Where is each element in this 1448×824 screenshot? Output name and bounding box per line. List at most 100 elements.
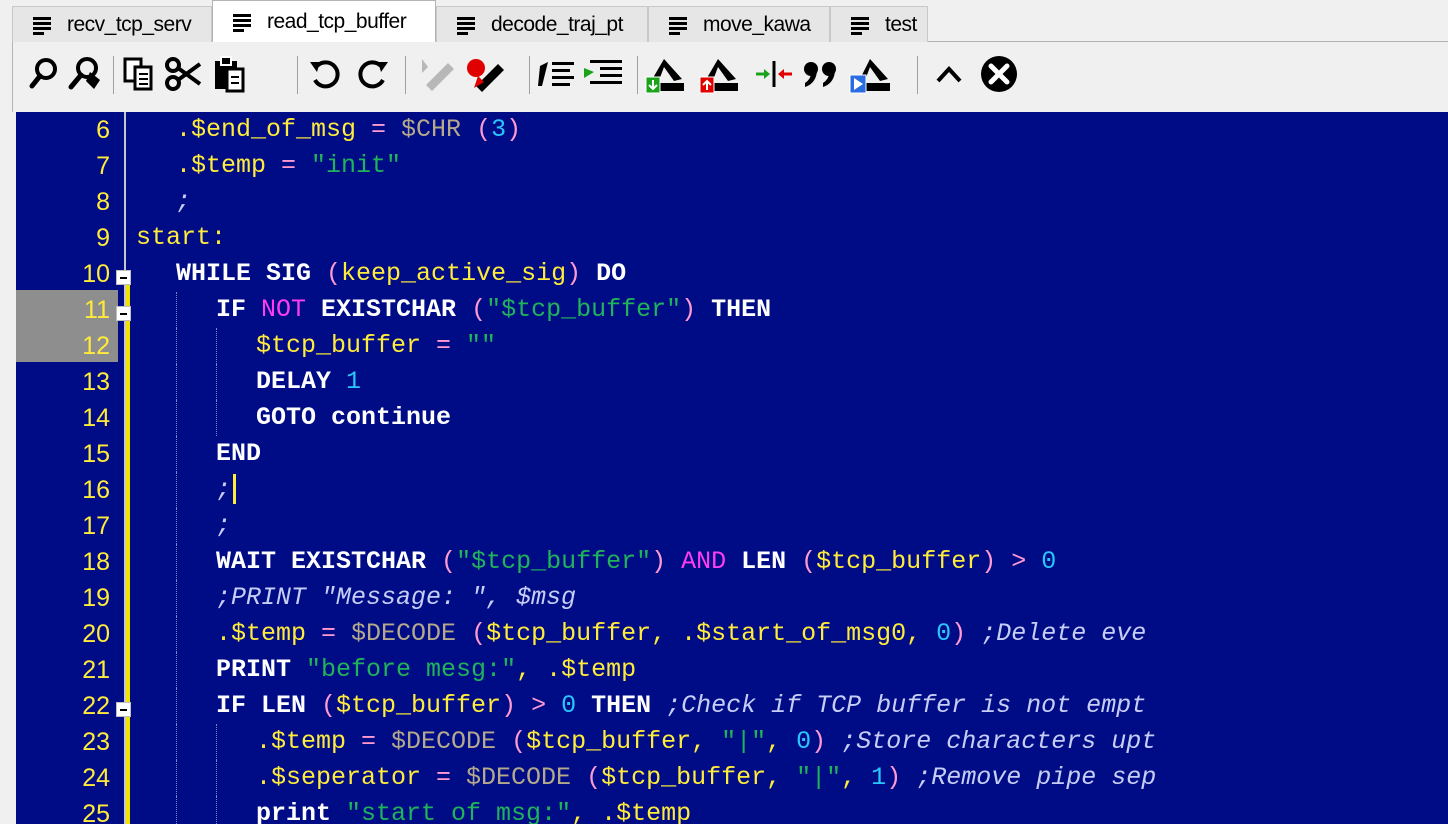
- code-token: $DECODE: [351, 619, 457, 648]
- indent-guide: [176, 364, 177, 400]
- code-token: ;Remove pipe sep: [916, 763, 1157, 792]
- code-token: ): [811, 727, 842, 756]
- toolbar-separator: [405, 56, 406, 94]
- code-token: 0: [1041, 547, 1057, 576]
- code-token: AND: [681, 547, 727, 576]
- code-token: (: [426, 547, 457, 576]
- code-token: DELAY: [256, 367, 332, 396]
- code-line[interactable]: 16;: [16, 472, 1448, 508]
- split-icon: [756, 61, 792, 87]
- code-token: "start of msg:": [346, 799, 572, 824]
- indent-guide: [176, 400, 177, 436]
- indent-guide: [216, 760, 217, 796]
- code-token: WHILE SIG: [176, 259, 312, 288]
- find-replace-button[interactable]: [65, 50, 105, 98]
- code-token: $CHR: [401, 115, 462, 144]
- robot-play-icon: [849, 59, 890, 94]
- code-token: ): [681, 295, 712, 324]
- code-token: WAIT EXISTCHAR: [216, 547, 427, 576]
- code-line[interactable]: 8;: [16, 184, 1448, 220]
- line-number: 13: [82, 368, 110, 396]
- tab-decode-traj-pt[interactable]: decode_traj_pt: [436, 6, 648, 42]
- indent-guide: [176, 472, 177, 508]
- line-number: 21: [82, 656, 110, 684]
- collapse-up-button[interactable]: [929, 50, 969, 98]
- code-text: $tcp_buffer = "": [256, 328, 496, 364]
- line-number: 22: [82, 692, 110, 720]
- indent-button[interactable]: [537, 50, 577, 98]
- cut-button[interactable]: [163, 50, 205, 98]
- fold-toggle-icon[interactable]: [116, 702, 131, 717]
- fold-toggle-icon[interactable]: [116, 270, 131, 285]
- close-button[interactable]: [977, 50, 1021, 98]
- indent-guide: [176, 652, 177, 688]
- tab-label: recv_tcp_serv: [67, 12, 192, 36]
- code-line[interactable]: 7 .$temp = "init": [16, 148, 1448, 184]
- find-button[interactable]: [27, 50, 61, 98]
- code-line[interactable]: 24 .$seperator = $DECODE ($tcp_buffer, "|…: [16, 760, 1448, 796]
- undo-button[interactable]: [305, 50, 345, 98]
- quote-button[interactable]: [799, 50, 843, 98]
- code-token: NOT: [261, 295, 307, 324]
- tab-test[interactable]: test: [830, 6, 928, 42]
- indent-guide: [176, 688, 177, 724]
- code-token: , .$temp: [516, 655, 637, 684]
- code-token: =: [306, 619, 352, 648]
- code-line[interactable]: 11 IF NOT EXISTCHAR ("$tcp_buffer") THEN: [16, 292, 1448, 328]
- tab-recv-tcp-serv[interactable]: recv_tcp_serv: [12, 6, 212, 42]
- document-icon: [457, 16, 475, 35]
- code-line[interactable]: 17;: [16, 508, 1448, 544]
- text-caret: [233, 474, 237, 505]
- code-text: .$seperator = $DECODE ($tcp_buffer, "|",…: [256, 760, 1156, 796]
- code-line[interactable]: 19 ;PRINT "Message: ", $msg: [16, 580, 1448, 616]
- highlight-button[interactable]: [463, 50, 507, 98]
- undo-icon: [310, 60, 340, 89]
- toolbar-separator: [529, 56, 530, 94]
- outdent-button[interactable]: [581, 50, 625, 98]
- code-line[interactable]: 10 WHILE SIG (keep_active_sig) DO: [16, 256, 1448, 292]
- code-line[interactable]: 23 .$temp = $DECODE ($tcp_buffer, "|", 0)…: [16, 724, 1448, 760]
- highlight-disabled-button[interactable]: [417, 50, 459, 98]
- code-line[interactable]: 20 .$temp = $DECODE ($tcp_buffer, .$start…: [16, 616, 1448, 652]
- robot-insert-button[interactable]: [643, 50, 691, 98]
- code-token: ;: [216, 511, 232, 540]
- code-token: (: [496, 727, 527, 756]
- code-line[interactable]: 9 start:: [16, 220, 1448, 256]
- paste-button[interactable]: [209, 50, 249, 98]
- tab-read-tcp-buffer[interactable]: read_tcp_buffer: [212, 0, 436, 42]
- code-text: .$end_of_msg = $CHR (3): [176, 112, 521, 148]
- toolbar-separator: [917, 56, 918, 94]
- code-token: $tcp_buffer, .$start_of_msg0,: [486, 619, 937, 648]
- code-text: ;PRINT "Message: ", $msg: [216, 580, 576, 616]
- fold-toggle-icon[interactable]: [116, 306, 131, 321]
- line-number: 10: [82, 260, 110, 288]
- code-line[interactable]: 14 GOTO continue: [16, 400, 1448, 436]
- code-editor[interactable]: 6 .$end_of_msg = $CHR (3) 7 .$temp = "init"…: [16, 112, 1448, 824]
- code-line[interactable]: 13 DELAY 1: [16, 364, 1448, 400]
- code-line[interactable]: 21 PRINT "before mesg:", .$temp: [16, 652, 1448, 688]
- redo-icon: [358, 60, 388, 89]
- robot-remove-button[interactable]: [697, 50, 745, 98]
- tab-move-kawa[interactable]: move_kawa: [648, 6, 830, 42]
- split-button[interactable]: [753, 50, 795, 98]
- copy-button[interactable]: [119, 50, 159, 98]
- code-token: .$temp: [176, 151, 267, 180]
- code-line[interactable]: 18 WAIT EXISTCHAR ("$tcp_buffer") AND LEN…: [16, 544, 1448, 580]
- code-token: start:: [136, 223, 227, 252]
- code-token: 1: [346, 367, 362, 396]
- robot-play-button[interactable]: [847, 50, 895, 98]
- code-text: ;: [216, 508, 231, 544]
- code-text: PRINT "before mesg:", .$temp: [216, 652, 636, 688]
- code-line[interactable]: 12 $tcp_buffer = "": [16, 328, 1448, 364]
- code-token: "before mesg:": [306, 655, 517, 684]
- redo-button[interactable]: [353, 50, 393, 98]
- code-line[interactable]: 6 .$end_of_msg = $CHR (3): [16, 112, 1448, 148]
- code-line[interactable]: 25 print "start of msg:", .$temp: [16, 796, 1448, 824]
- indent-guide: [216, 328, 217, 364]
- robot-remove-icon: [699, 59, 738, 94]
- code-line[interactable]: 15 END: [16, 436, 1448, 472]
- code-token: "|": [796, 763, 842, 792]
- indent-guide: [216, 400, 217, 436]
- code-text: start:: [136, 220, 226, 256]
- code-line[interactable]: 22 IF LEN ($tcp_buffer) > 0 THEN ;Check i…: [16, 688, 1448, 724]
